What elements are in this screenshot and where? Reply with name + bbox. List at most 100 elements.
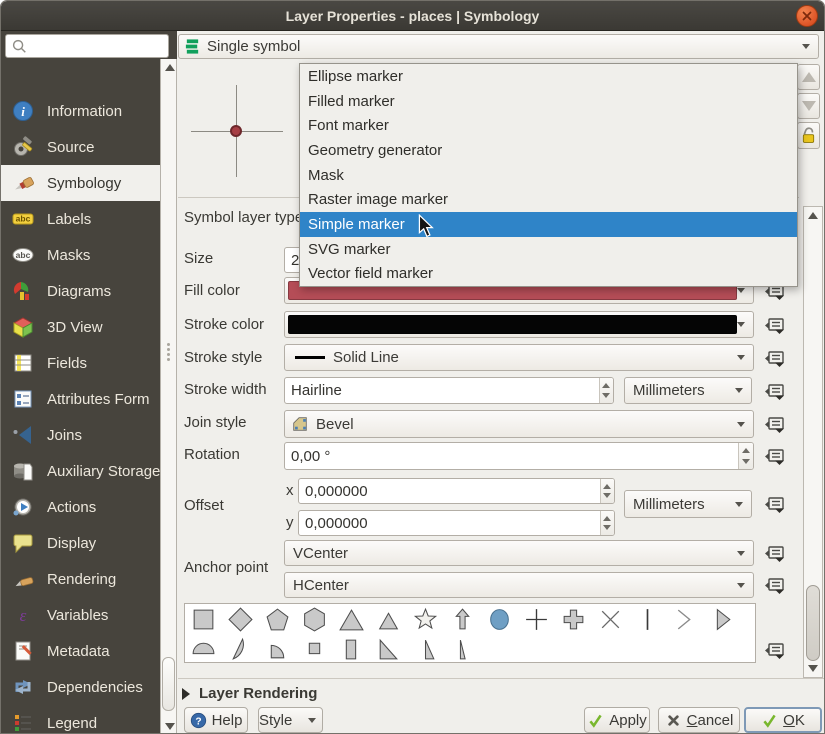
stroke-color-button[interactable]: [284, 311, 754, 338]
sidebar-item-metadata[interactable]: Metadata: [1, 633, 160, 669]
help-button[interactable]: ? Help: [184, 707, 248, 733]
shape-diamond[interactable]: [222, 604, 259, 634]
anchor-vertical-override-button[interactable]: [762, 542, 787, 565]
offset-x-input[interactable]: [299, 483, 600, 500]
dropdown-item-geometry-generator[interactable]: Geometry generator: [300, 138, 797, 163]
spinner[interactable]: [600, 479, 614, 503]
sidebar-item-dependencies[interactable]: Dependencies: [1, 669, 160, 705]
sidebar-item-diagrams[interactable]: Diagrams: [1, 273, 160, 309]
dropdown-item-ellipse-marker[interactable]: Ellipse marker: [300, 64, 797, 89]
shape-cross2[interactable]: [592, 604, 629, 634]
spinner[interactable]: [600, 511, 614, 535]
shape-half-triangle[interactable]: [407, 634, 444, 663]
shape-equilateral-triangle[interactable]: [370, 604, 407, 634]
rotation-override-button[interactable]: [762, 445, 787, 468]
scroll-up-icon[interactable]: [808, 212, 818, 219]
sidebar-item-3d-view[interactable]: 3D View: [1, 309, 160, 345]
move-layer-down-button[interactable]: [797, 93, 820, 119]
sidebar-item-symbology[interactable]: Symbology: [1, 165, 160, 201]
shape-third-circle[interactable]: [222, 634, 259, 663]
sidebar-item-masks[interactable]: abcMasks: [1, 237, 160, 273]
scroll-up-icon[interactable]: [165, 64, 175, 71]
shape-arrow[interactable]: [444, 604, 481, 634]
shape-quarter-circle[interactable]: [259, 634, 296, 663]
scroll-down-icon[interactable]: [165, 723, 175, 730]
dropdown-item-filled-marker[interactable]: Filled marker: [300, 89, 797, 114]
shape-right-half-triangle[interactable]: [703, 604, 740, 634]
sidebar-item-attributes-form[interactable]: Attributes Form: [1, 381, 160, 417]
anchor-vertical-combo[interactable]: VCenter: [284, 540, 754, 566]
anchor-horizontal-combo[interactable]: HCenter: [284, 572, 754, 598]
shape-semi-circle[interactable]: [185, 634, 222, 663]
title-bar[interactable]: Layer Properties - places | Symbology: [1, 1, 824, 31]
stroke-width-spinbox[interactable]: [284, 377, 614, 404]
shape-cross[interactable]: [518, 604, 555, 634]
sidebar-item-variables[interactable]: εVariables: [1, 597, 160, 633]
sidebar-item-display[interactable]: Display: [1, 525, 160, 561]
sidebar-item-joins[interactable]: Joins: [1, 417, 160, 453]
shape-square[interactable]: [185, 604, 222, 634]
stroke-width-unit-combo[interactable]: Millimeters: [624, 377, 752, 404]
renderer-combo[interactable]: Single symbol: [178, 34, 819, 59]
shape-hexagon[interactable]: [296, 604, 333, 634]
sidebar-item-actions[interactable]: Actions: [1, 489, 160, 525]
shape-cross-fill[interactable]: [555, 604, 592, 634]
properties-scrollbar-thumb[interactable]: [806, 585, 820, 661]
shape-circle-selected[interactable]: [481, 604, 518, 634]
splitter-handle[interactable]: [167, 341, 171, 363]
dropdown-item-simple-marker[interactable]: Simple marker: [300, 212, 797, 237]
dropdown-item-font-marker[interactable]: Font marker: [300, 113, 797, 138]
search-box[interactable]: [5, 34, 169, 58]
dropdown-item-mask[interactable]: Mask: [300, 163, 797, 188]
offset-override-button[interactable]: [762, 493, 787, 516]
sidebar-item-legend[interactable]: Legend: [1, 705, 160, 734]
dropdown-item-svg-marker[interactable]: SVG marker: [300, 237, 797, 262]
shape-arrowhead[interactable]: [666, 604, 703, 634]
offset-unit-combo[interactable]: Millimeters: [624, 490, 752, 518]
stroke-width-override-button[interactable]: [762, 380, 787, 403]
sidebar-item-auxiliary-storage[interactable]: Auxiliary Storage: [1, 453, 160, 489]
shape-override-button[interactable]: [762, 639, 787, 662]
ok-button[interactable]: OK: [744, 707, 822, 733]
shape-quarter-square[interactable]: [296, 634, 333, 663]
offset-y-spinbox[interactable]: [298, 510, 615, 536]
shape-pentagon[interactable]: [259, 604, 296, 634]
spinner[interactable]: [738, 443, 753, 469]
rotation-spinbox[interactable]: [284, 442, 754, 470]
sidebar-scrollbar-thumb[interactable]: [162, 657, 175, 711]
move-layer-up-button[interactable]: [797, 64, 820, 90]
shape-line[interactable]: [629, 604, 666, 634]
stroke-style-combo[interactable]: Solid Line: [284, 344, 754, 371]
stroke-color-override-button[interactable]: [762, 314, 787, 337]
search-input[interactable]: [28, 38, 158, 54]
cancel-button[interactable]: Cancel: [658, 707, 740, 733]
close-button[interactable]: [796, 5, 818, 27]
dropdown-item-vector-field-marker[interactable]: Vector field marker: [300, 261, 797, 286]
join-style-combo[interactable]: Bevel: [284, 410, 754, 438]
lock-colors-button[interactable]: [797, 122, 820, 149]
spinner[interactable]: [599, 378, 613, 403]
scroll-down-icon[interactable]: [808, 665, 818, 672]
join-style-override-button[interactable]: [762, 413, 787, 436]
rotation-input[interactable]: [285, 448, 738, 465]
sidebar-item-source[interactable]: Source: [1, 129, 160, 165]
sidebar-item-rendering[interactable]: Rendering: [1, 561, 160, 597]
apply-button[interactable]: Apply: [584, 707, 650, 733]
style-button[interactable]: Style: [258, 707, 323, 733]
sidebar-item-fields[interactable]: Fields: [1, 345, 160, 381]
properties-scrollbar[interactable]: [803, 206, 823, 678]
layer-rendering-section[interactable]: Layer Rendering: [182, 685, 317, 702]
offset-y-input[interactable]: [299, 515, 600, 532]
stroke-style-override-button[interactable]: [762, 347, 787, 370]
dropdown-item-raster-image-marker[interactable]: Raster image marker: [300, 187, 797, 212]
sidebar-item-labels[interactable]: abcLabels: [1, 201, 160, 237]
anchor-horizontal-override-button[interactable]: [762, 574, 787, 597]
shape-star[interactable]: [407, 604, 444, 634]
offset-x-spinbox[interactable]: [298, 478, 615, 504]
stroke-width-input[interactable]: [285, 382, 599, 399]
sidebar-item-information[interactable]: iInformation: [1, 93, 160, 129]
sidebar-scrollbar[interactable]: [160, 59, 177, 734]
shape-half-square[interactable]: [333, 634, 370, 663]
shape-diagonal-half-square[interactable]: [370, 634, 407, 663]
shape-triangle[interactable]: [333, 604, 370, 634]
